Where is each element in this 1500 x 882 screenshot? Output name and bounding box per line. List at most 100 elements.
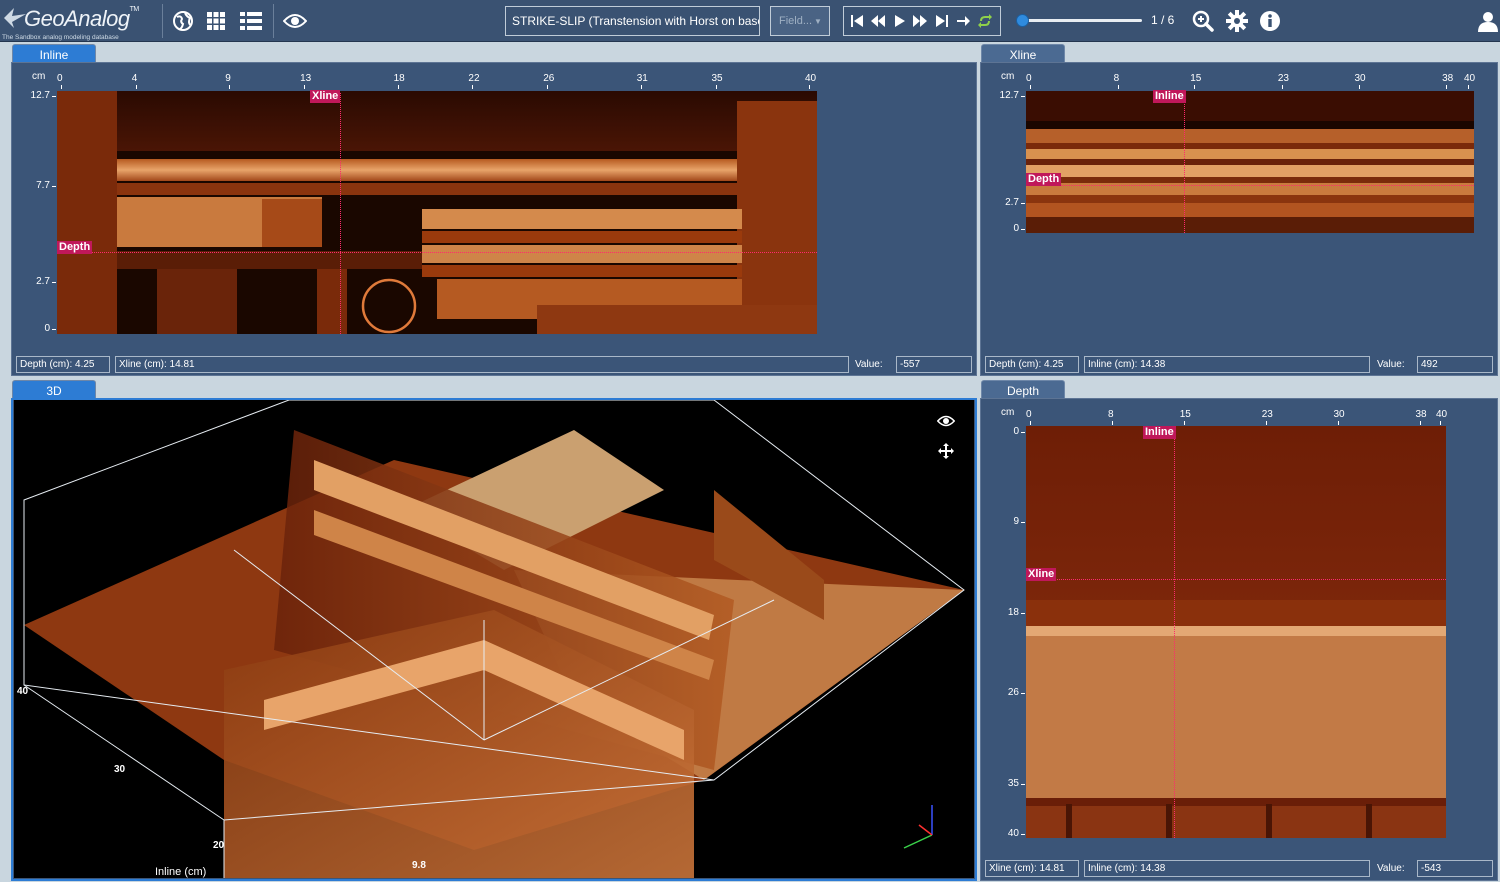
depth-xline-readout: Xline (cm): 14.81 xyxy=(985,860,1079,877)
inline-x-tick-mark xyxy=(472,85,474,89)
depth-y-tick-mark xyxy=(1021,834,1025,835)
last-frame-icon[interactable] xyxy=(935,14,949,28)
xline-y-tick-mark xyxy=(1021,96,1025,97)
gear-icon[interactable] xyxy=(1225,9,1249,33)
3d-label-30: 30 xyxy=(114,764,126,775)
field-dropdown[interactable]: Field... ▼ xyxy=(770,6,830,36)
inline-x-tick-mark xyxy=(547,85,549,89)
depth-x-tick-label: 0 xyxy=(1026,409,1032,420)
logo-subtitle: The Sandbox analog modeling database xyxy=(2,34,119,41)
frame-slider-handle[interactable] xyxy=(1016,14,1029,27)
playback-controls xyxy=(843,6,1001,36)
depth-x-tick-mark xyxy=(1183,421,1185,425)
move-icon[interactable] xyxy=(936,441,956,461)
xline-x-tick-mark xyxy=(1468,85,1469,89)
xline-depth-readout: Depth (cm): 4.25 xyxy=(985,356,1079,373)
inline-value-label: Value: xyxy=(855,359,883,370)
inline-panel: cm 0 4 9 13 18 22 26 31 35 40 12.7 7.7 2.7 0 xyxy=(11,62,977,376)
grid-icon[interactable] xyxy=(204,9,228,33)
depth-x-tick-label: 30 xyxy=(1333,409,1345,420)
depth-x-tick-label: 8 xyxy=(1108,409,1114,420)
depth-panel: cm 0 8 15 23 30 38 40 0 9 18 26 35 40 Inline Xline … xyxy=(980,398,1498,881)
inline-slice-image[interactable] xyxy=(57,91,817,334)
user-icon[interactable] xyxy=(1476,9,1500,33)
inline-depth-label: Depth xyxy=(57,241,93,254)
xline-slice-image[interactable] xyxy=(1026,91,1474,233)
info-icon[interactable] xyxy=(1258,9,1282,33)
xline-depth-crosshair[interactable] xyxy=(1026,185,1474,186)
inline-x-tick-mark xyxy=(715,85,717,89)
xline-inline-readout: Inline (cm): 14.38 xyxy=(1084,356,1370,373)
inline-y-tick-label: 0 xyxy=(44,323,50,334)
inline-x-tick-label: 9 xyxy=(225,73,231,84)
logo-text: GeoAnalogTM xyxy=(24,6,139,31)
3d-viewport[interactable]: 40 30 20 9.8 Inline (cm) xyxy=(14,400,974,878)
inline-x-tick-mark xyxy=(640,85,642,89)
inline-y-tick-label: 12.7 xyxy=(30,90,50,101)
xline-x-tick-label: 8 xyxy=(1113,73,1120,84)
inline-xline-label: Xline xyxy=(310,90,341,103)
inline-y-tick-mark xyxy=(52,186,56,187)
top-toolbar: GeoAnalogTM The Sandbox analog modeling … xyxy=(0,0,1500,42)
depth-y-tick-label: 26 xyxy=(1007,687,1019,699)
depth-slice-image[interactable] xyxy=(1026,426,1446,838)
inline-value-field: -557 xyxy=(896,356,972,373)
depth-xline-label: Xline xyxy=(1026,568,1057,581)
field-dropdown-label: Field... xyxy=(779,15,813,27)
eye-icon[interactable] xyxy=(283,9,307,33)
depth-y-tick-label: 9 xyxy=(1013,516,1019,528)
rewind-icon[interactable] xyxy=(871,14,885,28)
3d-label-20: 20 xyxy=(213,840,225,851)
tab-xline[interactable]: Xline xyxy=(981,44,1065,64)
inline-x-tick-mark xyxy=(61,85,62,89)
xline-y-tick-mark xyxy=(1021,203,1025,204)
depth-x-tick-mark xyxy=(1337,421,1339,425)
xline-value-field: 492 xyxy=(1417,356,1493,373)
eye-icon[interactable] xyxy=(936,411,956,431)
tab-depth[interactable]: Depth xyxy=(981,380,1065,400)
xline-inline-label: Inline xyxy=(1153,90,1186,103)
depth-xline-crosshair[interactable] xyxy=(1026,579,1446,580)
geoanalog-logo[interactable]: GeoAnalogTM The Sandbox analog modeling … xyxy=(2,2,152,42)
xline-x-tick-mark xyxy=(1194,85,1196,89)
fast-forward-icon[interactable] xyxy=(913,14,927,28)
xline-x-tick-label: 38 xyxy=(1442,73,1454,84)
depth-x-tick-mark xyxy=(1112,421,1113,425)
toolbar-separator xyxy=(162,4,163,38)
depth-x-tick-mark xyxy=(1030,421,1031,425)
xline-y-tick-label: 12.7 xyxy=(999,90,1019,101)
depth-inline-crosshair[interactable] xyxy=(1174,428,1175,838)
inline-xline-readout: Xline (cm): 14.81 xyxy=(115,356,849,373)
depth-inline-readout: Inline (cm): 14.38 xyxy=(1084,860,1370,877)
model-title-field[interactable]: STRIKE-SLIP (Transtension with Horst on … xyxy=(505,6,760,36)
xline-inline-crosshair[interactable] xyxy=(1184,93,1185,233)
frame-slider-track[interactable] xyxy=(1022,19,1142,22)
depth-inline-label: Inline xyxy=(1143,426,1176,439)
tab-inline[interactable]: Inline xyxy=(12,44,96,64)
inline-x-tick-label: 0 xyxy=(57,73,63,84)
inline-depth-crosshair[interactable] xyxy=(57,252,817,253)
inline-x-tick-mark xyxy=(229,85,231,89)
globe-icon[interactable] xyxy=(171,9,195,33)
depth-y-tick-mark xyxy=(1021,783,1025,785)
inline-x-tick-label: 18 xyxy=(393,73,405,84)
play-icon[interactable] xyxy=(893,14,907,28)
inline-y-tick-mark xyxy=(52,282,56,283)
chevron-down-icon: ▼ xyxy=(814,17,822,26)
next-icon[interactable] xyxy=(956,14,970,28)
xline-x-tick-mark xyxy=(1358,85,1360,89)
list-icon[interactable] xyxy=(239,9,263,33)
xline-x-tick-label: 40 xyxy=(1464,73,1476,84)
loop-icon[interactable] xyxy=(978,14,992,28)
zoom-icon[interactable] xyxy=(1191,9,1215,33)
depth-x-tick-label: 23 xyxy=(1261,409,1273,420)
depth-x-tick-label: 38 xyxy=(1415,409,1427,420)
first-frame-icon[interactable] xyxy=(850,14,864,28)
xline-x-tick-mark xyxy=(1281,85,1283,89)
tab-3d[interactable]: 3D xyxy=(12,380,96,400)
xline-y-tick-label: 2.7 xyxy=(1005,197,1019,208)
inline-xline-crosshair[interactable] xyxy=(340,93,341,334)
depth-value-label: Value: xyxy=(1377,863,1405,874)
depth-y-tick-label: 0 xyxy=(1013,426,1019,437)
inline-x-tick-label: 31 xyxy=(636,73,648,84)
